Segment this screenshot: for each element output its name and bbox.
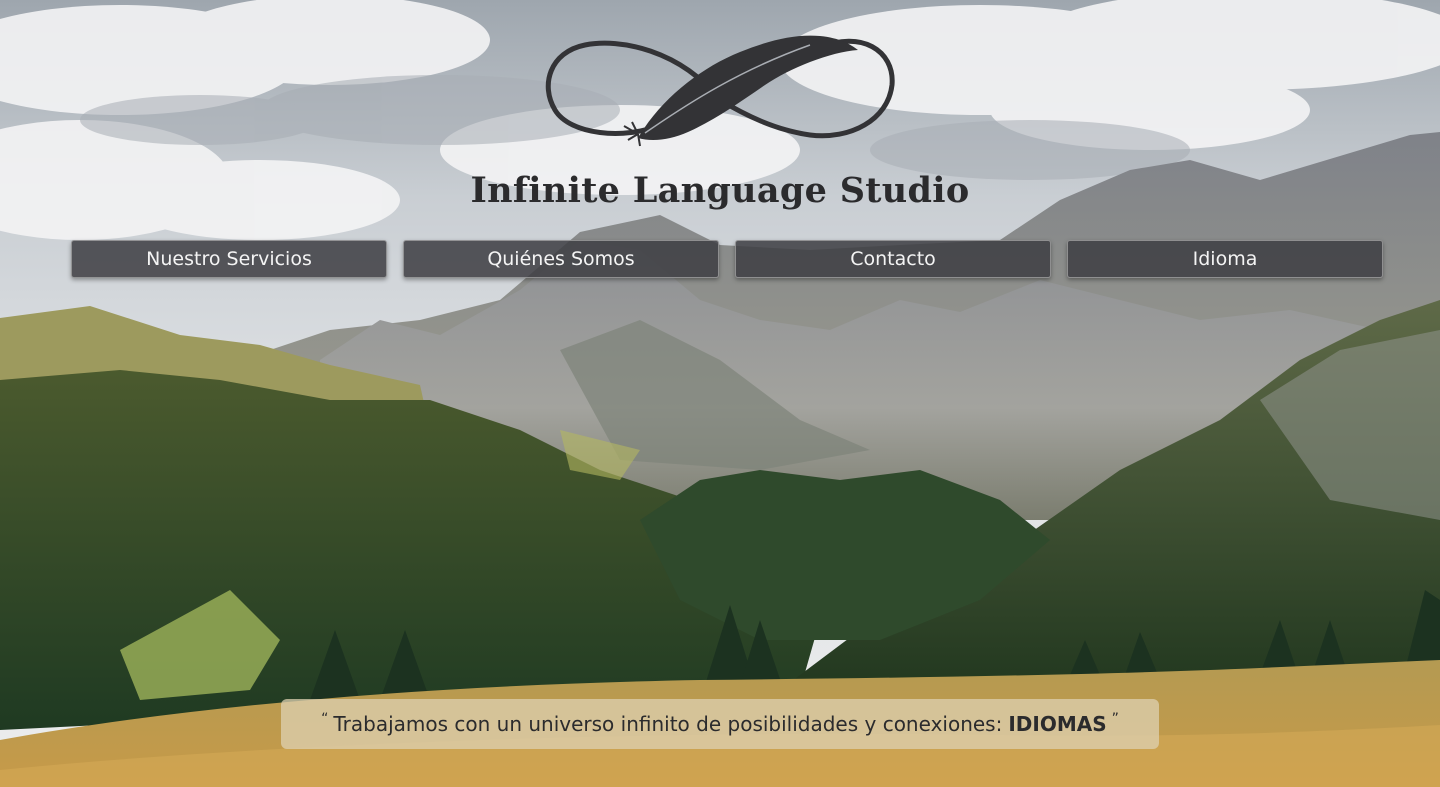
tagline-banner: “ Trabajamos con un universo infinito de… [281,699,1159,749]
logo[interactable] [540,30,900,155]
close-quote: ” [1111,711,1119,727]
site-title: Infinite Language Studio [470,170,970,211]
tagline-text: Trabajamos con un universo infinito de p… [333,712,1003,736]
nav-button-contacto[interactable]: Contacto [735,240,1051,278]
nav-button-idioma[interactable]: Idioma [1067,240,1383,278]
nav-button-quienes-somos[interactable]: Quiénes Somos [403,240,719,278]
main-nav: Nuestro Servicios Quiénes Somos Contacto… [71,240,1384,278]
infinity-feather-icon [545,35,895,147]
open-quote: “ [321,711,329,727]
nav-button-servicios[interactable]: Nuestro Servicios [71,240,387,278]
tagline-highlight: IDIOMAS [1008,712,1107,736]
